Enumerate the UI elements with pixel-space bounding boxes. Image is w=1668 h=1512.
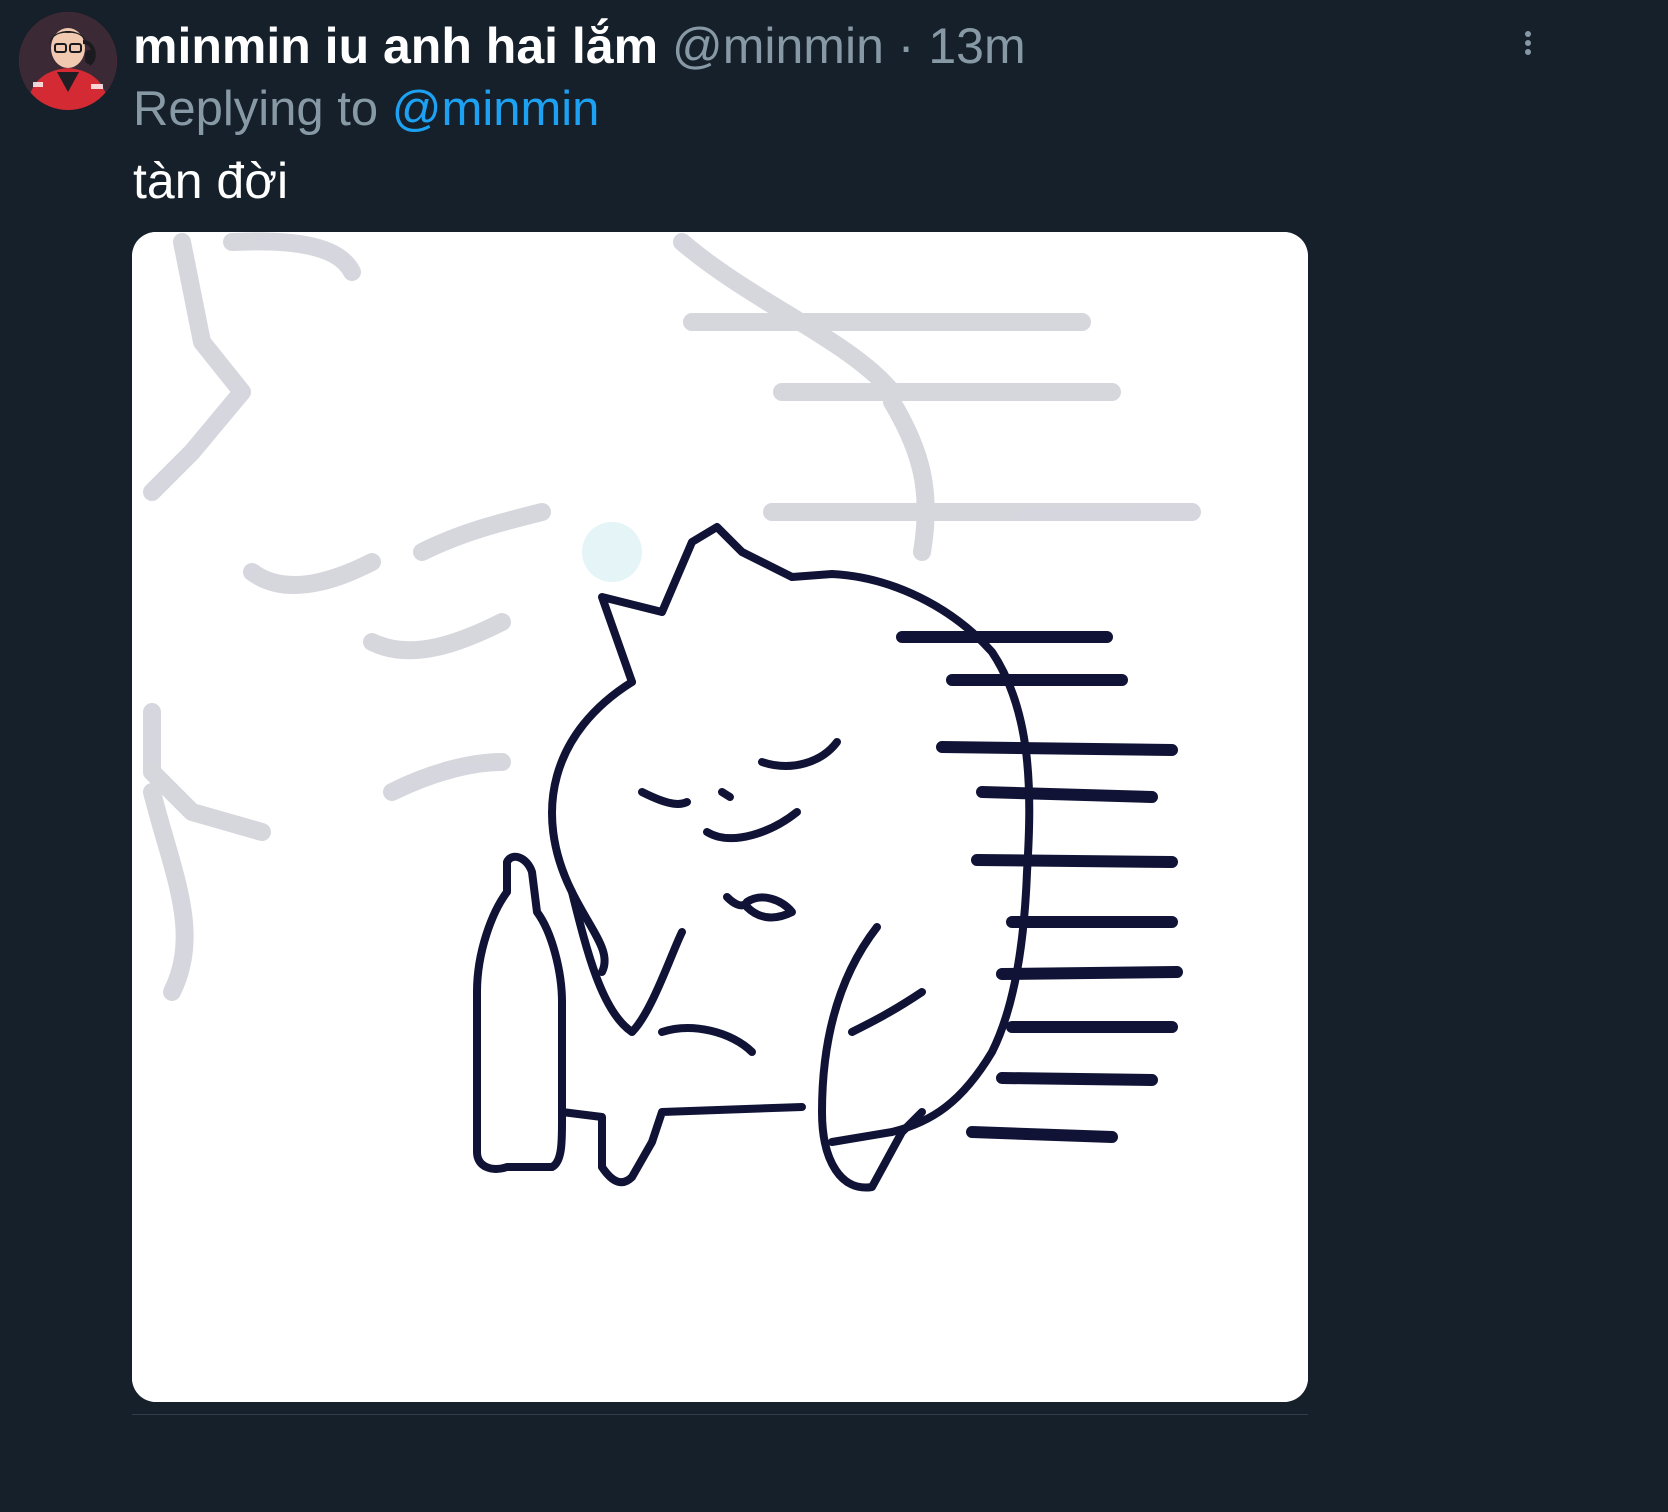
display-name[interactable]: minmin iu anh hai lắm <box>133 18 658 74</box>
avatar[interactable] <box>19 12 117 110</box>
tweet-text: tàn đời <box>133 153 289 209</box>
tweet-media-image[interactable] <box>132 232 1308 1402</box>
bottom-divider <box>132 1414 1308 1422</box>
separator-dot: · <box>897 18 915 74</box>
more-vertical-icon[interactable] <box>1512 26 1544 62</box>
reply-handle-link[interactable]: @minmin <box>392 82 600 136</box>
avatar-image <box>19 12 117 110</box>
tweet-header: minmin iu anh hai lắm @minmin · 13m <box>133 14 1026 78</box>
tweet-card[interactable]: minmin iu anh hai lắm @minmin · 13m Repl… <box>0 0 1568 1421</box>
reply-context: Replying to @minmin <box>133 78 599 140</box>
user-handle[interactable]: @minmin <box>672 18 884 74</box>
reply-prefix: Replying to <box>133 82 379 136</box>
cat-sketch-illustration <box>132 232 1308 1402</box>
timestamp[interactable]: 13m <box>928 18 1025 74</box>
